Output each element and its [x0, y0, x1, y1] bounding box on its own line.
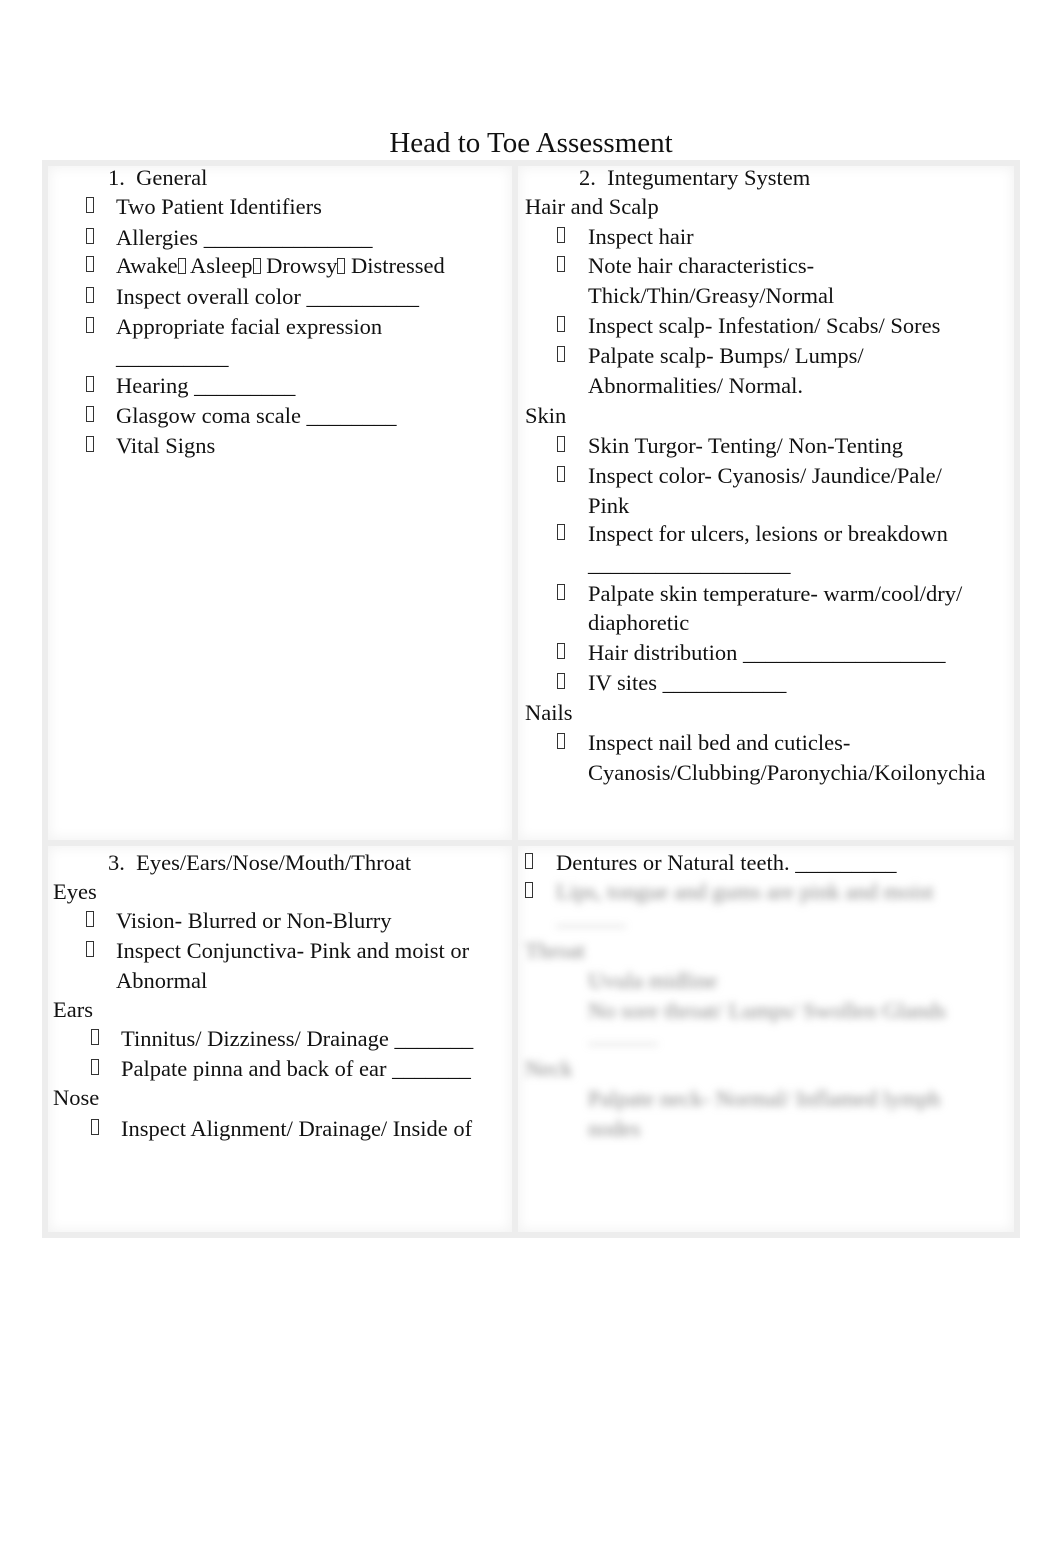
bullet-icon — [91, 1054, 99, 1084]
checkbox-icon — [337, 259, 345, 277]
bullet-icon — [557, 668, 565, 698]
state-option: Drowsy — [266, 253, 338, 278]
subheading-eyes: Eyes — [53, 879, 97, 904]
blurred-text: Lips, tongue and gums are pink and moist — [556, 879, 934, 904]
bullet-icon — [557, 431, 565, 461]
heading-number: 1. — [108, 165, 125, 190]
checklist-item: Hair distribution __________________ — [588, 640, 946, 665]
checklist-item: Inspect Conjunctiva- Pink and moist or — [116, 938, 470, 963]
checklist-item-continuation: Abnormalities/ Normal. — [588, 373, 803, 398]
checklist-item: Palpate skin temperature- warm/cool/dry/ — [588, 581, 963, 606]
checklist-item-continuation: Pink — [588, 493, 630, 518]
checkbox-icon — [178, 259, 186, 277]
blurred-subheading: Neck — [525, 1056, 573, 1081]
checklist-item: Two Patient Identifiers — [116, 194, 322, 219]
checklist-item: Inspect overall color __________ — [116, 284, 420, 309]
blurred-text: Uvula midline — [588, 968, 718, 993]
subheading-skin: Skin — [525, 403, 567, 428]
blurred-text: __________ — [588, 1032, 658, 1047]
checklist-item: Tinnitus/ Dizziness/ Drainage _______ — [121, 1026, 474, 1051]
state-option: Distressed — [351, 253, 445, 278]
checklist-item: Allergies _______________ — [116, 225, 373, 250]
bullet-icon — [525, 848, 533, 878]
heading-number: 3. — [108, 850, 125, 875]
checklist-item: Dentures or Natural teeth. _________ — [556, 850, 897, 875]
checklist-item: Palpate scalp- Bumps/ Lumps/ — [588, 343, 864, 368]
subheading-nails: Nails — [525, 700, 573, 725]
checklist-item: IV sites ___________ — [588, 670, 787, 695]
checklist-item-state: Awake Asleep Drowsy Distressed — [116, 251, 445, 283]
section-heading-integumentary: 2. Integumentary System — [579, 163, 810, 193]
section-integumentary: 2. Integumentary System Hair and Scalp I… — [512, 160, 1020, 846]
checklist-item: Inspect nail bed and cuticles- — [588, 730, 851, 755]
checklist-item-continuation: diaphoretic — [588, 610, 690, 635]
subheading-hair-scalp: Hair and Scalp — [525, 194, 659, 219]
checklist-item: Appropriate facial expression — [116, 314, 383, 339]
checklist-item: Skin Turgor- Tenting/ Non-Tenting — [588, 433, 903, 458]
bullet-icon — [86, 371, 94, 401]
bullet-icon — [86, 282, 94, 312]
blurred-text: __________ — [556, 914, 626, 929]
subheading-nose: Nose — [53, 1085, 100, 1110]
blurred-text: Palpate neck- Normal/ Inflamed lymph — [588, 1086, 941, 1111]
bullet-icon — [557, 311, 565, 341]
section-heading-general: 1. General — [108, 163, 207, 193]
checklist-item: Vision- Blurred or Non-Blurry — [116, 908, 392, 933]
bullet-icon — [557, 638, 565, 668]
bullet-icon — [91, 1024, 99, 1054]
blurred-text: No sore throat/ Lumps/ Swollen Glands — [588, 998, 947, 1023]
checklist-item: Glasgow coma scale ________ — [116, 403, 397, 428]
blurred-subheading: Throat — [525, 938, 585, 963]
bullet-icon — [86, 431, 94, 461]
bullet-icon — [525, 877, 533, 907]
section-eent: 3. Eyes/Ears/Nose/Mouth/Throat Eyes Visi… — [42, 840, 518, 1238]
bullet-icon — [86, 223, 94, 253]
bullet-icon — [557, 251, 565, 281]
checklist-item-continuation: __________ — [116, 344, 229, 369]
bullet-icon — [557, 519, 565, 549]
bullet-icon — [86, 401, 94, 431]
checklist-item: Inspect color- Cyanosis/ Jaundice/Pale/ — [588, 463, 942, 488]
checklist-item-continuation: Abnormal — [116, 968, 208, 993]
heading-text: Integumentary System — [607, 165, 811, 190]
checklist-item: Inspect Alignment/ Drainage/ Inside of — [121, 1116, 473, 1141]
state-option: Asleep — [190, 253, 253, 278]
bullet-icon — [86, 312, 94, 342]
assessment-grid: 1. General Two Patient Identifiers Aller… — [42, 160, 1020, 1238]
bullet-icon — [86, 192, 94, 222]
document-title: Head to Toe Assessment — [389, 127, 673, 159]
bullet-icon — [86, 936, 94, 966]
heading-text: General — [136, 165, 208, 190]
state-option: Awake — [116, 253, 178, 278]
checklist-item: Inspect scalp- Infestation/ Scabs/ Sores — [588, 313, 941, 338]
bullet-icon — [557, 222, 565, 252]
section-general: 1. General Two Patient Identifiers Aller… — [42, 160, 518, 846]
section-continued: Dentures or Natural teeth. _________ Lip… — [512, 840, 1020, 1238]
bullet-icon — [91, 1114, 99, 1144]
blurred-text: nodes — [588, 1116, 641, 1141]
bullet-icon — [557, 461, 565, 491]
heading-number: 2. — [579, 165, 596, 190]
bullet-icon — [557, 728, 565, 758]
heading-text: Eyes/Ears/Nose/Mouth/Throat — [136, 850, 412, 875]
bullet-icon — [86, 251, 94, 281]
checklist-item: Palpate pinna and back of ear _______ — [121, 1056, 471, 1081]
checklist-item: Inspect for ulcers, lesions or breakdown — [588, 521, 948, 546]
checklist-item-continuation: __________________ — [588, 551, 791, 576]
checklist-item: Vital Signs — [116, 433, 216, 458]
checkbox-icon — [253, 259, 261, 277]
bullet-icon — [557, 579, 565, 609]
checklist-item: Note hair characteristics- — [588, 253, 815, 278]
checklist-item-continuation: Cyanosis/Clubbing/Paronychia/Koilonychia — [588, 760, 986, 785]
bullet-icon — [557, 341, 565, 371]
checklist-item: Inspect hair — [588, 224, 694, 249]
checklist-item-continuation: Thick/Thin/Greasy/Normal — [588, 283, 835, 308]
subheading-ears: Ears — [53, 997, 93, 1022]
section-heading-eent: 3. Eyes/Ears/Nose/Mouth/Throat — [108, 848, 411, 878]
checklist-item: Hearing _________ — [116, 373, 296, 398]
bullet-icon — [86, 906, 94, 936]
